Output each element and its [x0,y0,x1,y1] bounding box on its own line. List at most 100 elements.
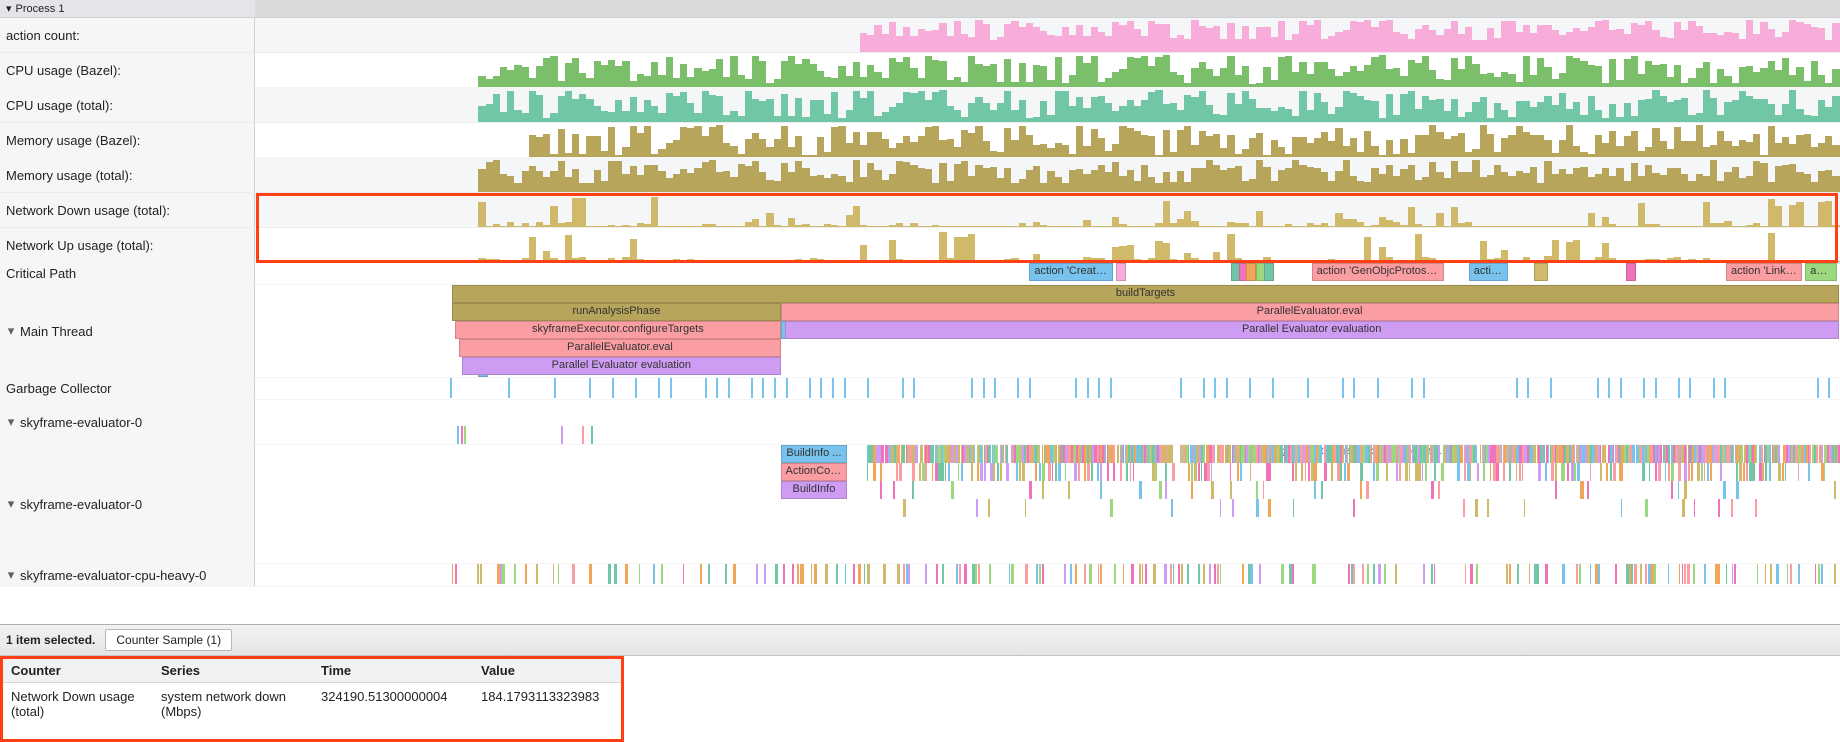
event-tick[interactable] [1477,463,1479,481]
gc-tick[interactable] [589,378,591,398]
event-tick[interactable] [1649,463,1650,481]
event-tick[interactable] [1787,564,1788,584]
event-tick[interactable] [1211,463,1213,481]
event-tick[interactable] [1470,564,1473,584]
event-tick[interactable] [1579,564,1581,584]
event-tick[interactable] [1545,463,1547,481]
event-tick[interactable] [1373,564,1375,584]
event-tick[interactable] [792,564,794,584]
event-tick[interactable] [1362,564,1364,584]
event-tick[interactable] [1242,564,1244,584]
slice[interactable]: action 'Creatin... [1029,263,1112,281]
event-tick[interactable] [925,564,927,584]
event-tick[interactable] [1209,445,1212,463]
event-tick[interactable] [1230,463,1231,481]
event-tick[interactable] [1645,564,1646,584]
event-tick[interactable] [1198,564,1200,584]
slice[interactable]: runAnalysisPhase [452,303,780,321]
event-tick[interactable] [1693,564,1695,584]
event-tick[interactable] [1425,463,1427,481]
event-tick[interactable] [1710,463,1712,481]
slice[interactable]: ParallelEvaluator.eval [781,303,1839,321]
event-tick[interactable] [1798,463,1800,481]
event-tick[interactable] [1211,481,1214,499]
event-tick[interactable] [1117,445,1119,463]
event-tick[interactable] [1434,564,1435,584]
event-tick[interactable] [1619,463,1622,481]
event-tick[interactable] [1384,564,1386,584]
event-tick[interactable] [1256,481,1258,499]
event-tick[interactable] [1301,463,1302,481]
gc-tick[interactable] [1029,378,1031,398]
event-tick[interactable] [1613,463,1616,481]
event-tick[interactable] [908,564,909,584]
event-tick[interactable] [1741,445,1743,463]
gc-tick[interactable] [1342,378,1344,398]
gc-tick[interactable] [1307,378,1309,398]
event-tick[interactable] [1545,564,1548,584]
event-tick[interactable] [1009,564,1010,584]
event-tick[interactable] [1441,463,1444,481]
event-tick[interactable] [1006,463,1009,481]
event-tick[interactable] [1353,564,1355,584]
gc-tick[interactable] [670,378,672,398]
track-mem-total[interactable]: Memory usage (total): [0,158,1840,193]
event-tick[interactable] [883,564,886,584]
event-tick[interactable] [1100,564,1101,584]
event-tick[interactable] [1331,463,1333,481]
event-tick[interactable] [1483,463,1485,481]
gc-tick[interactable] [867,378,869,398]
gc-tick[interactable] [762,378,764,398]
event-tick[interactable] [480,564,482,584]
slice[interactable]: ParallelEvaluator.eval [459,339,780,357]
gc-tick[interactable] [554,378,556,398]
event-tick[interactable] [1756,445,1757,463]
event-tick[interactable] [971,463,973,481]
event-tick[interactable] [1815,564,1816,584]
event-tick[interactable] [708,564,710,584]
track-area[interactable]: action count:CPU usage (Bazel):CPU usage… [0,18,1840,624]
event-tick[interactable] [814,564,817,584]
event-tick[interactable] [1590,564,1591,584]
event-tick[interactable] [1036,564,1038,584]
track-action-count[interactable]: action count: [0,18,1840,53]
lane-mem-bazel[interactable] [255,123,1840,157]
event-tick[interactable] [1022,463,1025,481]
gc-tick[interactable] [1828,378,1830,398]
gc-tick[interactable] [1377,378,1379,398]
event-tick[interactable] [974,445,976,463]
event-tick[interactable] [978,564,980,584]
track-label-main-thread[interactable]: ▾ Main Thread [0,285,255,377]
event-tick[interactable] [1577,463,1580,481]
event-tick[interactable] [1006,445,1008,463]
event-tick[interactable] [1746,463,1749,481]
event-tick[interactable] [1687,564,1690,584]
event-tick[interactable] [614,564,617,584]
event-tick[interactable] [661,564,663,584]
event-tick[interactable] [1155,463,1157,481]
event-tick[interactable] [936,564,938,584]
event-tick[interactable] [990,463,993,481]
event-tick[interactable] [1678,481,1679,499]
event-tick[interactable] [477,564,478,584]
event-tick[interactable] [1778,445,1780,463]
event-tick[interactable] [1207,463,1210,481]
event-tick[interactable] [1039,564,1040,584]
gc-tick[interactable] [774,378,776,398]
lane-cpu-total[interactable] [255,88,1840,122]
event-tick[interactable] [1347,463,1350,481]
gc-tick[interactable] [913,378,915,398]
gc-tick[interactable] [658,378,660,398]
lane-critical-path[interactable]: action 'Creatin...action 'GenObjcProtos … [255,263,1840,283]
event-tick[interactable] [1493,445,1496,463]
event-tick[interactable] [1524,499,1525,517]
event-tick[interactable] [1366,481,1369,499]
tab-counter-sample[interactable]: Counter Sample (1) [105,629,232,651]
event-tick[interactable] [1422,463,1424,481]
event-tick[interactable] [1438,445,1440,463]
event-tick[interactable] [1133,463,1135,481]
gc-tick[interactable] [1713,378,1715,398]
event-tick[interactable] [1292,463,1294,481]
event-tick[interactable] [1113,445,1115,463]
event-tick[interactable] [756,564,758,584]
